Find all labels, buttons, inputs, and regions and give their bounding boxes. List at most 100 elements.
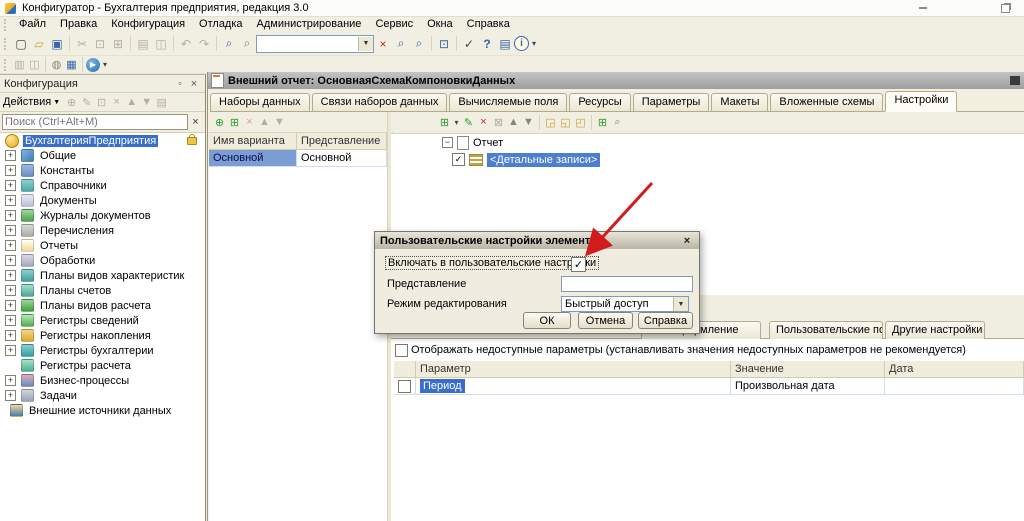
parameter-date-cell[interactable] (885, 378, 1024, 395)
detail-records-checkbox[interactable]: ✓ (452, 153, 465, 166)
windows-icon[interactable]: ▥ (12, 57, 27, 72)
add-group-dropdown-icon[interactable]: ▾ (452, 115, 461, 130)
delete-icon[interactable]: × (109, 95, 124, 110)
expand-icon[interactable]: + (5, 195, 16, 206)
chevron-down-icon[interactable]: ▼ (673, 297, 688, 311)
templates-icon[interactable]: ▤ (496, 35, 514, 53)
menu-debug[interactable]: Отладка (192, 17, 249, 32)
column-header-parameter[interactable]: Параметр (416, 361, 731, 378)
clear-search-icon[interactable]: × (374, 35, 392, 53)
toolbar-overflow-icon[interactable]: ▾ (529, 35, 539, 53)
expand-icon[interactable]: + (5, 165, 16, 176)
add-group-icon[interactable]: ⊞ (437, 115, 452, 130)
restore-button[interactable] (992, 2, 1018, 14)
variant-row[interactable]: Основной Основной (209, 150, 387, 167)
syntax-help-icon[interactable]: ? (478, 35, 496, 53)
tree-item-documents[interactable]: +Документы (0, 193, 205, 208)
tree-item-charts-of-characteristic-types[interactable]: +Планы видов характеристик (0, 268, 205, 283)
debug-overflow-icon[interactable]: ▾ (100, 56, 110, 74)
menu-windows[interactable]: Окна (420, 17, 460, 32)
close-icon[interactable]: × (680, 235, 694, 247)
collapse-icon[interactable]: − (442, 137, 453, 148)
edit-mode-select[interactable]: Быстрый доступ ▼ (561, 296, 689, 312)
tree-item-constants[interactable]: +Константы (0, 163, 205, 178)
move-up-icon[interactable]: ▲ (124, 95, 139, 110)
report-node[interactable]: − Отчет (391, 134, 1024, 151)
menu-help[interactable]: Справка (460, 17, 517, 32)
tab-nested-schemas[interactable]: Вложенные схемы (770, 93, 883, 111)
tab-data-sets[interactable]: Наборы данных (210, 93, 310, 111)
duplicate-icon[interactable]: ⊡ (435, 35, 453, 53)
tab-resources[interactable]: Ресурсы (569, 93, 630, 111)
variant-name-cell[interactable]: Основной (209, 150, 297, 167)
copy-icon[interactable]: ⊡ (91, 35, 109, 53)
clear-search-icon[interactable]: × (188, 116, 203, 128)
search-combo[interactable]: ▼ (256, 35, 374, 53)
parameter-name-cell[interactable]: Период (416, 378, 731, 395)
expand-icon[interactable]: + (5, 225, 16, 236)
tree-item-document-journals[interactable]: +Журналы документов (0, 208, 205, 223)
ok-button[interactable]: ОК (523, 312, 571, 329)
expand-icon[interactable]: + (5, 390, 16, 401)
menu-file[interactable]: Файл (12, 17, 53, 32)
tab-user-fields[interactable]: Пользовательские поля (769, 321, 883, 339)
edit-icon[interactable]: ✎ (461, 115, 476, 130)
help-button[interactable]: Справка (638, 312, 693, 329)
move-down-icon[interactable]: ▼ (272, 115, 287, 130)
expand-icon[interactable]: + (5, 210, 16, 221)
undo-icon[interactable]: ↶ (177, 35, 195, 53)
copy-variant-icon[interactable]: ⊞ (227, 115, 242, 130)
menu-edit[interactable]: Правка (53, 17, 104, 32)
delete-icon[interactable]: × (476, 115, 491, 130)
cancel-button[interactable]: Отмена (578, 312, 633, 329)
chevron-down-icon[interactable]: ▼ (358, 37, 373, 51)
edit-icon[interactable]: ✎ (79, 95, 94, 110)
tab-data-set-links[interactable]: Связи наборов данных (312, 93, 448, 111)
expand-icon[interactable]: + (5, 150, 16, 161)
check-settings-icon[interactable]: ◱ (558, 115, 573, 130)
add-variant-icon[interactable]: ⊕ (212, 115, 227, 130)
user-settings-icon[interactable]: ◰ (573, 115, 588, 130)
debug-run-icon[interactable]: ▶ (86, 58, 100, 72)
tab-calculated-fields[interactable]: Вычисляемые поля (449, 93, 567, 111)
tab-other-settings[interactable]: Другие настройки (885, 321, 985, 339)
move-down-icon[interactable]: ▼ (139, 95, 154, 110)
redo-icon[interactable]: ↷ (195, 35, 213, 53)
tab-templates[interactable]: Макеты (711, 93, 768, 111)
tree-item-reports[interactable]: +Отчеты (0, 238, 205, 253)
expand-icon[interactable]: + (5, 330, 16, 341)
column-header-variant-name[interactable]: Имя варианта (209, 133, 297, 150)
find-previous-icon[interactable]: ⌕ (410, 35, 428, 53)
move-up-icon[interactable]: ▲ (506, 115, 521, 130)
search-input[interactable] (2, 114, 188, 130)
tree-item-tasks[interactable]: +Задачи (0, 388, 205, 403)
minimize-button[interactable] (910, 2, 936, 14)
tree-item-external-data-sources[interactable]: Внешние источники данных (0, 403, 205, 418)
expand-icon[interactable]: + (5, 180, 16, 191)
check-config-icon[interactable]: ✓ (460, 35, 478, 53)
expand-icon[interactable]: + (5, 270, 16, 281)
about-icon[interactable]: i (514, 36, 529, 51)
include-in-user-settings-checkbox[interactable]: ✓ (571, 257, 586, 272)
parameter-row[interactable]: Период Произвольная дата (394, 378, 1024, 395)
expand-icon[interactable]: + (5, 375, 16, 386)
move-down-icon[interactable]: ▼ (521, 115, 536, 130)
show-unavailable-checkbox[interactable] (395, 344, 408, 357)
actions-menu[interactable]: Действия (3, 96, 51, 108)
tree-item-common[interactable]: +Общие (0, 148, 205, 163)
new-window-icon[interactable]: ◫ (27, 57, 42, 72)
database-icon[interactable]: ◍ (49, 57, 64, 72)
sort-icon[interactable]: ▤ (154, 95, 169, 110)
tab-parameters[interactable]: Параметры (633, 93, 710, 111)
menu-administration[interactable]: Администрирование (250, 17, 369, 32)
expand-icon[interactable]: + (5, 300, 16, 311)
parameter-value-cell[interactable]: Произвольная дата (731, 378, 885, 395)
save-icon[interactable]: ▣ (48, 35, 66, 53)
tree-item-business-processes[interactable]: +Бизнес-процессы (0, 373, 205, 388)
menu-configuration[interactable]: Конфигурация (104, 17, 192, 32)
expand-icon[interactable]: + (5, 240, 16, 251)
expand-icon[interactable]: + (5, 255, 16, 266)
tree-item-charts-of-accounts[interactable]: +Планы счетов (0, 283, 205, 298)
presentation-input[interactable] (561, 276, 693, 292)
tree-item-calculation-registers[interactable]: Регистры расчета (0, 358, 205, 373)
